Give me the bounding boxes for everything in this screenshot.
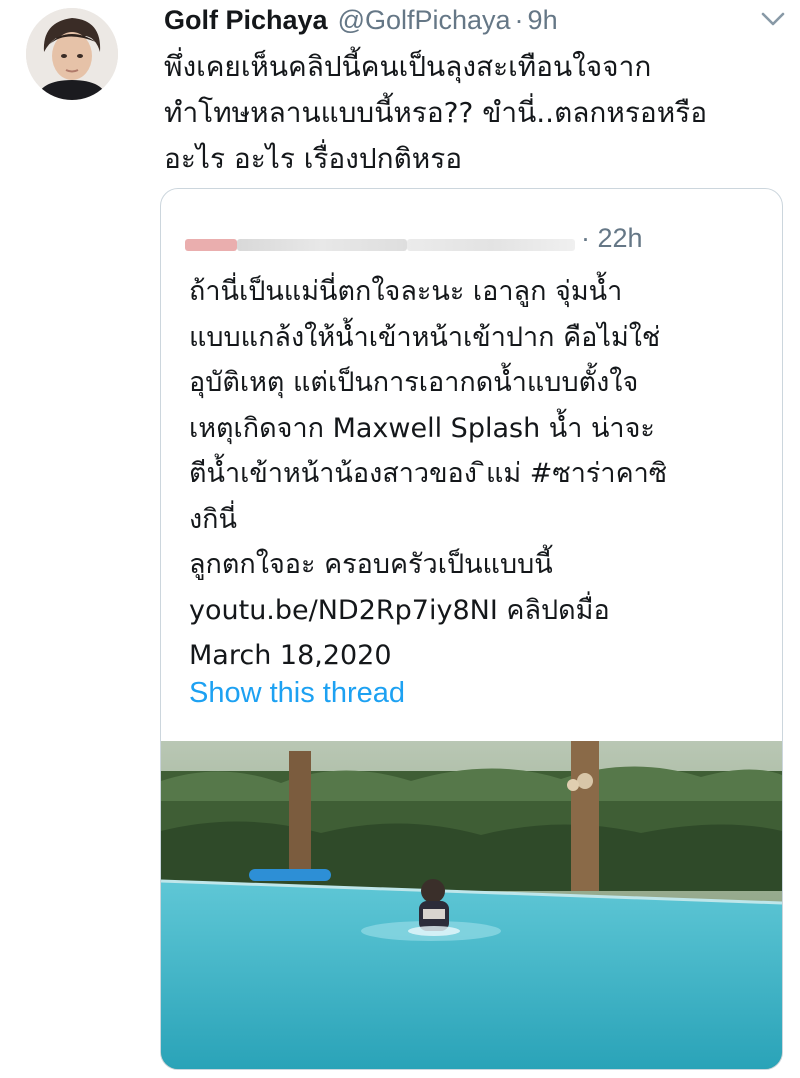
tweet-text: พึ่งเคยเห็นคลิปนี้คนเป็นลุงสะเทือนใจจาก …: [164, 50, 708, 175]
media-image[interactable]: [161, 741, 782, 1069]
avatar-image: [26, 8, 118, 100]
quoted-tweet[interactable]: · 22h ถ้านี่เป็นแม่นี่ตกใจละนะ เอาลูก จุ…: [160, 188, 783, 1070]
tweet-header: Golf Pichaya @GolfPichaya · 9h: [164, 2, 558, 38]
blurred-author-name: [185, 239, 237, 251]
blurred-author-handle: [407, 239, 575, 251]
author-name[interactable]: Golf Pichaya: [164, 5, 328, 36]
blurred-author-name: [237, 239, 407, 251]
chevron-down-icon[interactable]: [756, 6, 790, 32]
tweet-timestamp[interactable]: 9h: [528, 5, 558, 36]
avatar[interactable]: [26, 8, 118, 100]
quoted-tweet-text: ถ้านี่เป็นแม่นี่ตกใจละนะ เอาลูก จุ่มน้ำ …: [189, 276, 668, 671]
separator-dot: ·: [514, 4, 524, 35]
quoted-timestamp[interactable]: · 22h: [581, 223, 643, 254]
show-thread-link[interactable]: Show this thread: [189, 677, 405, 710]
author-handle[interactable]: @GolfPichaya: [338, 5, 511, 36]
